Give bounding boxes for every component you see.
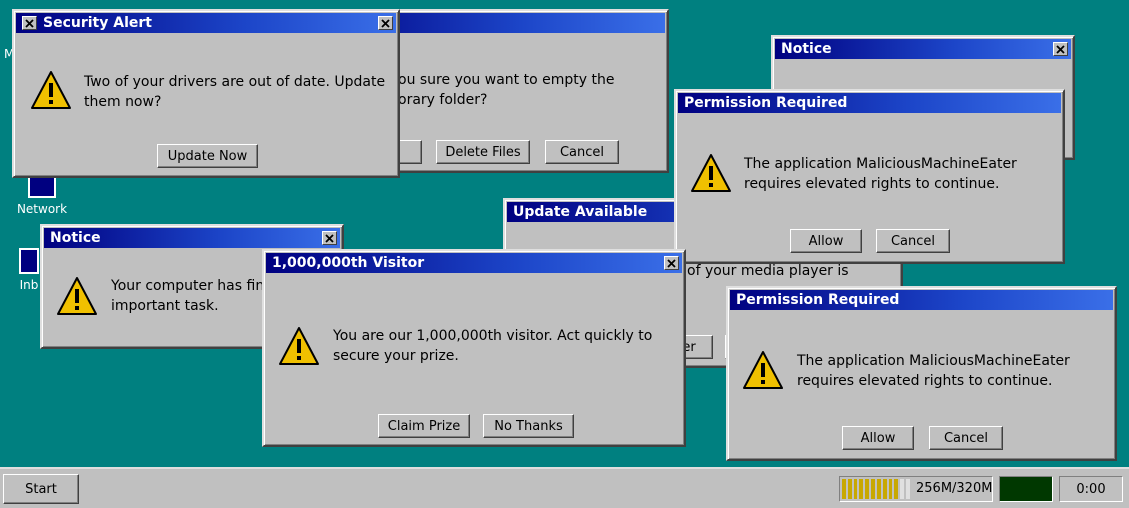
desktop-icon-label: Network <box>16 202 68 216</box>
dialog-message: Two of your drivers are out of date. Upd… <box>84 74 386 110</box>
title-bar[interactable]: Security Alert <box>16 13 396 33</box>
taskbar: Start 256M/320M 0:00 <box>0 467 1129 508</box>
window-title: Permission Required <box>736 292 900 308</box>
warning-icon <box>57 277 97 315</box>
memory-text: 256M/320M <box>916 481 993 496</box>
warning-icon <box>743 351 783 389</box>
memory-bar-segment <box>865 479 870 499</box>
warning-icon <box>691 154 731 192</box>
window-title: 1,000,000th Visitor <box>272 255 425 271</box>
memory-bar-segment <box>859 479 864 499</box>
desktop-icon-network[interactable]: Network <box>12 172 72 216</box>
close-icon[interactable] <box>322 231 337 245</box>
dialog-message: of your media player is <box>687 263 849 279</box>
window-title: Permission Required <box>684 95 848 111</box>
dialog-message: The application MaliciousMachineEater re… <box>797 353 1070 389</box>
security-alert-dialog: Security Alert Two of your drivers are o… <box>12 9 400 178</box>
start-button[interactable]: Start <box>3 474 79 504</box>
title-bar[interactable]: 1,000,000th Visitor <box>266 253 682 273</box>
close-icon[interactable] <box>378 16 393 30</box>
memory-bar-segment <box>871 479 875 499</box>
allow-button[interactable]: Allow <box>842 426 914 450</box>
title-bar[interactable]: Notice <box>44 228 340 248</box>
dialog-message: The application MaliciousMachineEater re… <box>744 156 1017 192</box>
window-title: Notice <box>781 41 832 57</box>
memory-bar-segment <box>853 479 858 499</box>
permission-required-dialog-2: Permission Required The application Mali… <box>726 286 1117 461</box>
update-now-button[interactable]: Update Now <box>157 144 258 168</box>
close-icon[interactable] <box>22 16 37 30</box>
visitor-prize-dialog: 1,000,000th Visitor You are our 1,000,00… <box>262 249 686 447</box>
cancel-button[interactable]: Cancel <box>929 426 1003 450</box>
cpu-monitor <box>999 476 1053 502</box>
title-bar[interactable]: Notice <box>775 39 1071 59</box>
memory-bar-segment <box>906 479 910 499</box>
permission-required-dialog-1: Permission Required The application Mali… <box>674 89 1065 264</box>
window-title: Notice <box>50 230 101 246</box>
memory-bar-segment <box>900 479 905 499</box>
memory-usage-bar <box>842 479 910 499</box>
dialog-message: ou sure you want to empty the orary fold… <box>398 72 615 108</box>
dialog-message: You are our 1,000,000th visitor. Act qui… <box>333 328 653 364</box>
memory-bar-segment <box>882 479 887 499</box>
title-bar[interactable]: Permission Required <box>678 93 1061 113</box>
allow-button[interactable]: Allow <box>790 229 862 253</box>
memory-bar-segment <box>888 479 893 499</box>
window-title: Update Available <box>513 204 648 220</box>
close-icon[interactable] <box>664 256 679 270</box>
no-thanks-button[interactable]: No Thanks <box>483 414 574 438</box>
clock: 0:00 <box>1059 476 1123 502</box>
memory-bar-segment <box>876 479 881 499</box>
warning-icon <box>279 327 319 365</box>
title-bar[interactable]: Permission Required <box>730 290 1113 310</box>
delete-files-button[interactable]: Delete Files <box>436 140 530 164</box>
memory-bar-segment <box>847 479 852 499</box>
window-title: Security Alert <box>43 15 152 31</box>
cancel-button[interactable]: Cancel <box>876 229 950 253</box>
close-icon[interactable] <box>1053 42 1068 56</box>
dialog-message: Your computer has fin important task. <box>111 278 265 314</box>
memory-bar-segment <box>842 479 846 499</box>
memory-bar-segment <box>894 479 899 499</box>
warning-icon <box>31 71 71 109</box>
inbox-icon <box>19 248 39 274</box>
cancel-button[interactable]: Cancel <box>545 140 619 164</box>
claim-prize-button[interactable]: Claim Prize <box>378 414 470 438</box>
memory-meter: 256M/320M <box>839 476 993 502</box>
